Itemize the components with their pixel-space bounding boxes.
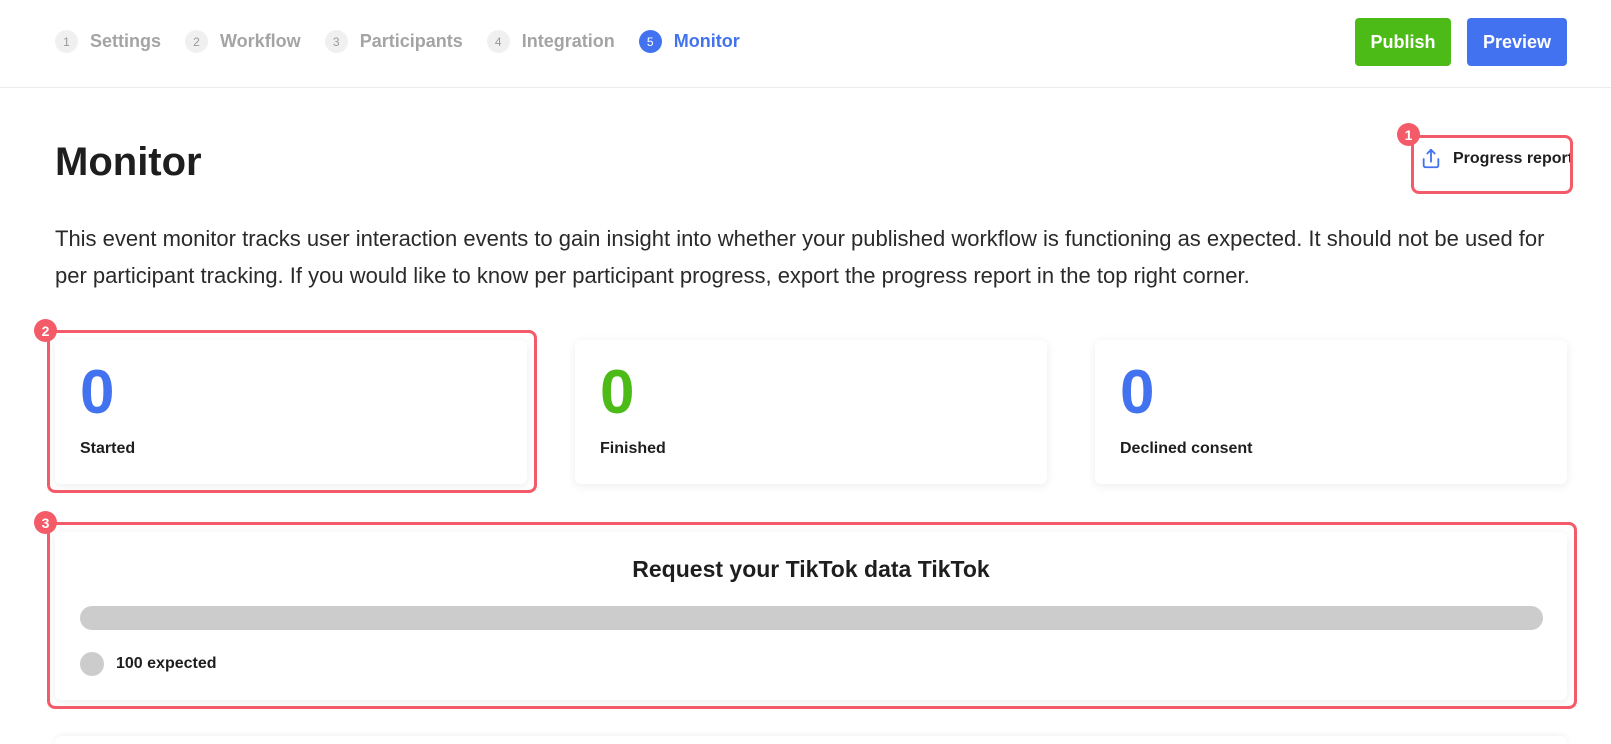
step-number: 2 xyxy=(185,30,209,53)
preview-button[interactable]: Preview xyxy=(1467,18,1567,66)
step-participants[interactable]: 3 Participants xyxy=(324,30,463,53)
step-number: 1 xyxy=(55,30,78,53)
stat-card-declined-consent: 0 Declined consent xyxy=(1095,340,1567,484)
flow-progress-card: Request your TikTok data TikTok 100 expe… xyxy=(55,532,1567,700)
progress-report-button[interactable]: Progress report xyxy=(1420,148,1573,170)
step-number: 3 xyxy=(324,30,348,53)
flow-legend: 100 expected xyxy=(80,652,217,676)
step-label: Settings xyxy=(90,31,162,51)
annotation-badge: 1 xyxy=(1397,123,1420,146)
top-bar: 1 Settings 2 Workflow 3 Participants 4 I… xyxy=(0,0,1611,88)
step-number: 4 xyxy=(486,30,510,53)
step-label: Integration xyxy=(521,31,615,51)
step-workflow[interactable]: 2 Workflow xyxy=(185,30,301,53)
step-label: Workflow xyxy=(220,31,301,51)
annotation-badge: 3 xyxy=(34,511,57,534)
legend-dot xyxy=(80,652,104,676)
step-settings[interactable]: 1 Settings xyxy=(55,30,161,53)
step-integration[interactable]: 4 Integration xyxy=(486,30,615,53)
legend-label: 100 expected xyxy=(116,655,217,672)
progress-report-label: Progress report xyxy=(1453,150,1574,167)
step-label: Monitor xyxy=(673,31,740,51)
publish-button[interactable]: Publish xyxy=(1355,18,1451,66)
next-card xyxy=(55,736,1567,744)
flow-title: Request your TikTok data TikTok xyxy=(632,556,990,582)
stat-card-started: 0 Started xyxy=(55,340,527,484)
stat-value: 0 xyxy=(80,358,115,427)
step-label: Participants xyxy=(359,31,463,51)
step-number: 5 xyxy=(638,30,662,53)
page-description: This event monitor tracks user interacti… xyxy=(55,226,1545,288)
stat-value: 0 xyxy=(600,358,635,427)
stat-label: Finished xyxy=(600,440,666,457)
step-navigation: 1 Settings 2 Workflow 3 Participants 4 I… xyxy=(55,30,764,53)
annotation-badge: 2 xyxy=(34,319,57,342)
stat-label: Started xyxy=(80,440,136,457)
step-monitor[interactable]: 5 Monitor xyxy=(638,30,740,53)
export-icon xyxy=(1422,148,1440,169)
stat-value: 0 xyxy=(1120,358,1155,427)
page-title: Monitor xyxy=(55,140,202,184)
flow-progress-bar xyxy=(80,606,1543,630)
stat-card-finished: 0 Finished xyxy=(575,340,1047,484)
stat-label: Declined consent xyxy=(1120,440,1253,457)
